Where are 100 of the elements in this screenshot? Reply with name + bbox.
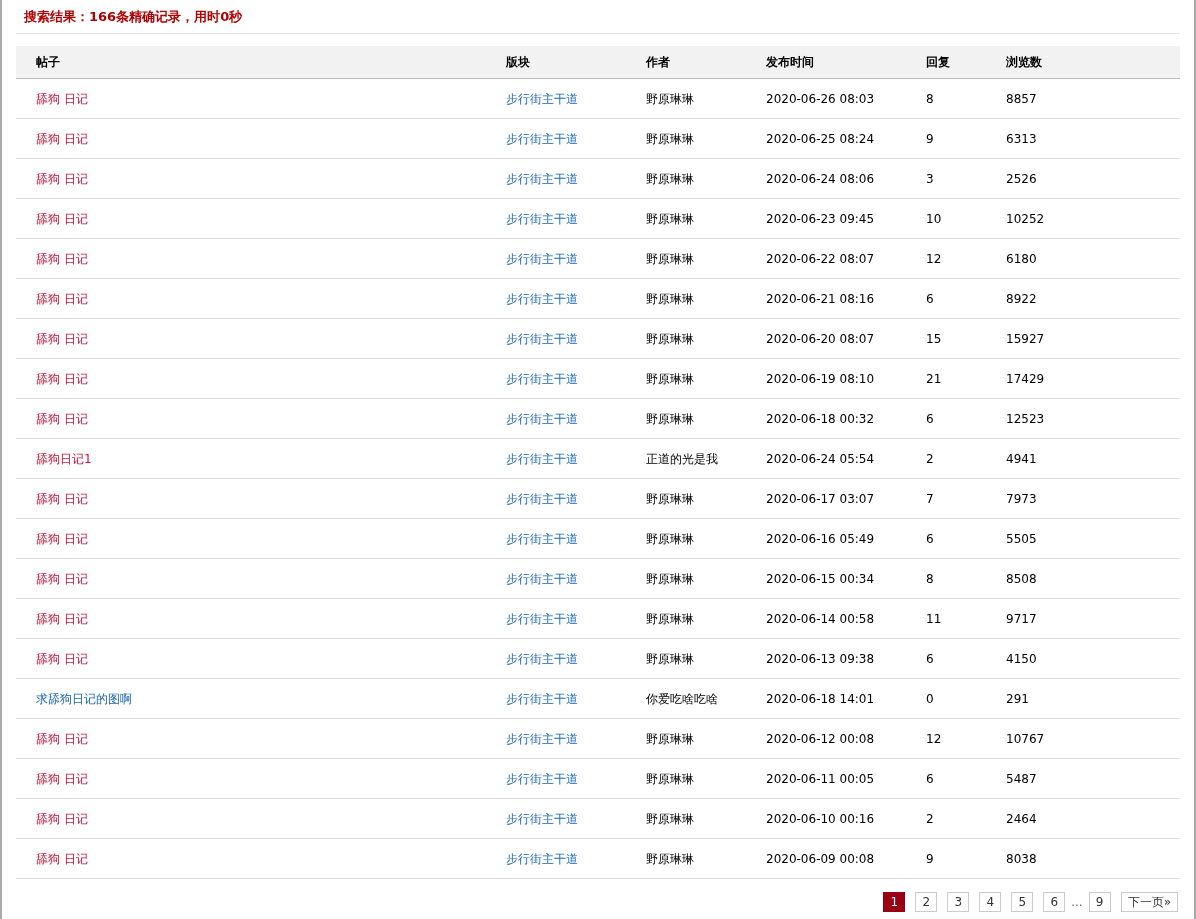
forum-link[interactable]: 步行街主干道 bbox=[506, 331, 578, 346]
post-title-link[interactable]: 舔狗 日记 bbox=[36, 91, 88, 106]
reply-count: 2 bbox=[926, 451, 934, 466]
post-title-link[interactable]: 舔狗 日记 bbox=[36, 611, 88, 626]
column-header: 回复 bbox=[926, 55, 950, 69]
post-title-link[interactable]: 舔狗 日记 bbox=[36, 811, 88, 826]
reply-count: 12 bbox=[926, 731, 942, 746]
page-button[interactable]: 6 bbox=[1043, 892, 1066, 912]
post-time: 2020-06-22 08:07 bbox=[766, 251, 875, 266]
view-count: 15927 bbox=[1006, 331, 1045, 346]
page-button[interactable]: 2 bbox=[915, 892, 938, 912]
forum-link[interactable]: 步行街主干道 bbox=[506, 531, 578, 546]
column-header: 帖子 bbox=[36, 55, 60, 69]
post-time: 2020-06-24 08:06 bbox=[766, 171, 875, 186]
reply-count: 10 bbox=[926, 211, 942, 226]
post-time: 2020-06-21 08:16 bbox=[766, 291, 875, 306]
post-time: 2020-06-09 00:08 bbox=[766, 851, 875, 866]
post-title-link[interactable]: 舔狗 日记 bbox=[36, 251, 88, 266]
post-time: 2020-06-18 00:32 bbox=[766, 411, 875, 426]
view-count: 4941 bbox=[1006, 451, 1037, 466]
post-title-link[interactable]: 舔狗 日记 bbox=[36, 131, 88, 146]
post-title-link[interactable]: 舔狗 日记 bbox=[36, 851, 88, 866]
forum-link[interactable]: 步行街主干道 bbox=[506, 691, 578, 706]
post-title-link[interactable]: 舔狗 日记 bbox=[36, 291, 88, 306]
reply-count: 3 bbox=[926, 171, 934, 186]
post-title-link[interactable]: 舔狗 日记 bbox=[36, 491, 88, 506]
post-title-link[interactable]: 舔狗 日记 bbox=[36, 731, 88, 746]
view-count: 2526 bbox=[1006, 171, 1037, 186]
forum-link[interactable]: 步行街主干道 bbox=[506, 651, 578, 666]
page-button[interactable]: 3 bbox=[947, 892, 970, 912]
view-count: 9717 bbox=[1006, 611, 1037, 626]
author-name: 野原琳琳 bbox=[646, 91, 694, 106]
post-time: 2020-06-11 00:05 bbox=[766, 771, 875, 786]
forum-link[interactable]: 步行街主干道 bbox=[506, 611, 578, 626]
author-name: 野原琳琳 bbox=[646, 731, 694, 746]
forum-link[interactable]: 步行街主干道 bbox=[506, 91, 578, 106]
author-name: 野原琳琳 bbox=[646, 291, 694, 306]
reply-count: 11 bbox=[926, 611, 942, 626]
post-title-link[interactable]: 求舔狗日记的图啊 bbox=[36, 691, 132, 706]
post-title-link[interactable]: 舔狗 日记 bbox=[36, 211, 88, 226]
post-time: 2020-06-17 03:07 bbox=[766, 491, 875, 506]
reply-count: 7 bbox=[926, 491, 934, 506]
author-name: 正道的光是我 bbox=[646, 451, 718, 466]
post-title-link[interactable]: 舔狗 日记 bbox=[36, 331, 88, 346]
post-time: 2020-06-25 08:24 bbox=[766, 131, 875, 146]
page-button[interactable]: 5 bbox=[1011, 892, 1034, 912]
forum-link[interactable]: 步行街主干道 bbox=[506, 811, 578, 826]
post-title-link[interactable]: 舔狗 日记 bbox=[36, 651, 88, 666]
forum-link[interactable]: 步行街主干道 bbox=[506, 131, 578, 146]
author-name: 野原琳琳 bbox=[646, 811, 694, 826]
reply-count: 6 bbox=[926, 531, 934, 546]
post-time: 2020-06-19 08:10 bbox=[766, 371, 875, 386]
view-count: 8038 bbox=[1006, 851, 1037, 866]
forum-link[interactable]: 步行街主干道 bbox=[506, 371, 578, 386]
post-time: 2020-06-12 00:08 bbox=[766, 731, 875, 746]
post-title-link[interactable]: 舔狗 日记 bbox=[36, 571, 88, 586]
column-header: 浏览数 bbox=[1006, 55, 1042, 69]
post-title-link[interactable]: 舔狗日记1 bbox=[36, 451, 92, 466]
post-title-link[interactable]: 舔狗 日记 bbox=[36, 411, 88, 426]
post-title-link[interactable]: 舔狗 日记 bbox=[36, 371, 88, 386]
forum-link[interactable]: 步行街主干道 bbox=[506, 571, 578, 586]
page-button[interactable]: 1 bbox=[883, 892, 906, 912]
forum-link[interactable]: 步行街主干道 bbox=[506, 291, 578, 306]
author-name: 野原琳琳 bbox=[646, 611, 694, 626]
author-name: 野原琳琳 bbox=[646, 131, 694, 146]
reply-count: 15 bbox=[926, 331, 942, 346]
post-time: 2020-06-13 09:38 bbox=[766, 651, 875, 666]
next-page-button[interactable]: 下一页» bbox=[1120, 892, 1178, 912]
forum-link[interactable]: 步行街主干道 bbox=[506, 171, 578, 186]
view-count: 5487 bbox=[1006, 771, 1037, 786]
forum-link[interactable]: 步行街主干道 bbox=[506, 851, 578, 866]
column-header: 发布时间 bbox=[766, 55, 814, 69]
view-count: 17429 bbox=[1006, 371, 1045, 386]
reply-count: 6 bbox=[926, 411, 934, 426]
view-count: 8508 bbox=[1006, 571, 1037, 586]
post-title-link[interactable]: 舔狗 日记 bbox=[36, 531, 88, 546]
reply-count: 6 bbox=[926, 651, 934, 666]
column-header: 版块 bbox=[506, 55, 530, 69]
author-name: 野原琳琳 bbox=[646, 651, 694, 666]
forum-link[interactable]: 步行街主干道 bbox=[506, 771, 578, 786]
forum-link[interactable]: 步行街主干道 bbox=[506, 211, 578, 226]
forum-link[interactable]: 步行街主干道 bbox=[506, 251, 578, 266]
forum-link[interactable]: 步行街主干道 bbox=[506, 411, 578, 426]
author-name: 野原琳琳 bbox=[646, 371, 694, 386]
view-count: 8922 bbox=[1006, 291, 1037, 306]
post-title-link[interactable]: 舔狗 日记 bbox=[36, 771, 88, 786]
forum-link[interactable]: 步行街主干道 bbox=[506, 451, 578, 466]
view-count: 12523 bbox=[1006, 411, 1045, 426]
page-button[interactable]: 9 bbox=[1088, 892, 1111, 912]
view-count: 2464 bbox=[1006, 811, 1037, 826]
forum-link[interactable]: 步行街主干道 bbox=[506, 731, 578, 746]
forum-link[interactable]: 步行街主干道 bbox=[506, 491, 578, 506]
page-button[interactable]: 4 bbox=[979, 892, 1002, 912]
author-name: 野原琳琳 bbox=[646, 851, 694, 866]
post-time: 2020-06-15 00:34 bbox=[766, 571, 875, 586]
reply-count: 9 bbox=[926, 131, 934, 146]
post-title-link[interactable]: 舔狗 日记 bbox=[36, 171, 88, 186]
reply-count: 2 bbox=[926, 811, 934, 826]
page-ellipsis: ... bbox=[1071, 894, 1083, 911]
reply-count: 6 bbox=[926, 291, 934, 306]
